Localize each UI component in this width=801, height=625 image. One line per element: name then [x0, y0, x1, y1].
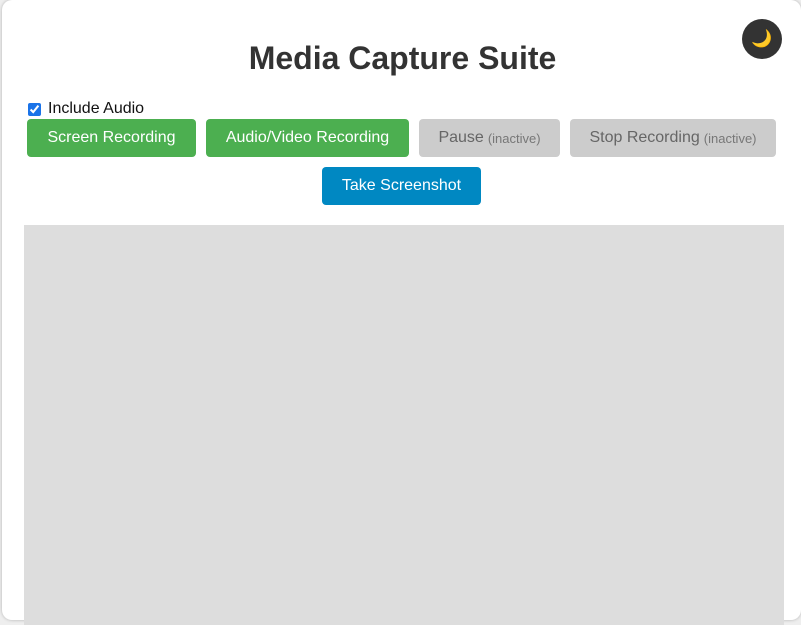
- include-audio-label: Include Audio: [48, 100, 145, 117]
- stop-recording-button[interactable]: Stop Recording (inactive): [570, 119, 776, 157]
- screen-recording-button[interactable]: Screen Recording: [27, 119, 196, 157]
- av-recording-button[interactable]: Audio/Video Recording: [206, 119, 409, 157]
- include-audio-checkbox[interactable]: [28, 102, 41, 116]
- page-title: Media Capture Suite: [248, 40, 557, 76]
- stop-state-label: (inactive): [703, 130, 757, 146]
- include-audio-option[interactable]: Include Audio: [28, 100, 144, 118]
- app-card: 🌙 Media Capture Suite Include Audio Scre…: [2, 0, 801, 625]
- preview-area: [24, 225, 784, 625]
- pause-state-label: (inactive): [487, 130, 541, 146]
- pause-button[interactable]: Pause (inactive): [419, 119, 560, 157]
- take-screenshot-button[interactable]: Take Screenshot: [322, 167, 481, 205]
